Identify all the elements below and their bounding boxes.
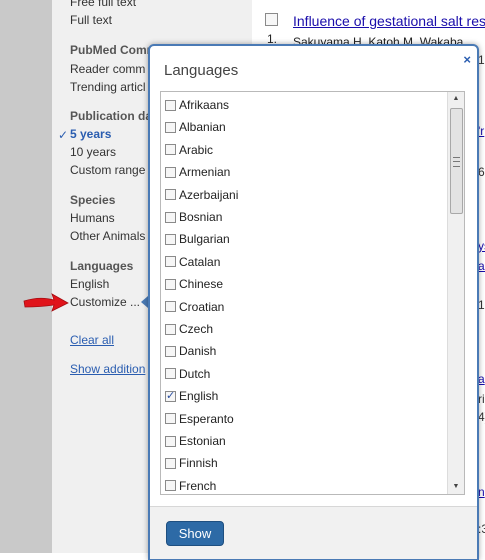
language-option[interactable]: Czech bbox=[165, 320, 213, 338]
language-checkbox[interactable] bbox=[165, 435, 176, 447]
result-text-fragment: n bbox=[478, 485, 485, 499]
result-text-fragment: 4) bbox=[478, 410, 485, 424]
result-text-fragment: 6( bbox=[478, 165, 485, 179]
language-option[interactable]: Chinese bbox=[165, 275, 223, 293]
result-text-fragment: as bbox=[478, 259, 485, 273]
language-option[interactable]: French bbox=[165, 477, 217, 494]
dialog-title: Languages bbox=[164, 62, 239, 79]
result-text-fragment: ri bbox=[478, 392, 485, 406]
filter-heading-species: Species bbox=[70, 193, 116, 207]
language-label: Dutch bbox=[179, 366, 211, 381]
language-checkbox[interactable] bbox=[165, 413, 176, 425]
scroll-down-arrow-icon[interactable]: ▼ bbox=[448, 480, 464, 494]
language-label: Finnish bbox=[179, 456, 218, 471]
language-checkbox[interactable] bbox=[165, 323, 176, 335]
language-checkbox[interactable] bbox=[165, 144, 176, 156]
dialog-footer: Show bbox=[150, 506, 477, 559]
language-option[interactable]: Albanian bbox=[165, 118, 226, 136]
language-checkbox[interactable] bbox=[165, 301, 176, 313]
language-label: Estonian bbox=[179, 434, 226, 448]
result-text-fragment: a bbox=[478, 372, 485, 386]
language-checkbox[interactable] bbox=[165, 256, 176, 268]
language-option[interactable]: Dutch bbox=[165, 365, 210, 383]
language-checkbox[interactable] bbox=[165, 233, 176, 245]
language-checkbox[interactable] bbox=[165, 99, 176, 111]
filter-other-animals[interactable]: Other Animals bbox=[70, 229, 145, 243]
language-checkbox[interactable] bbox=[165, 345, 176, 357]
language-checkbox[interactable] bbox=[165, 166, 176, 178]
language-option[interactable]: Estonian bbox=[165, 432, 226, 450]
filter-10-years[interactable]: 10 years bbox=[70, 145, 116, 159]
filter-heading-languages: Languages bbox=[70, 259, 134, 273]
show-button[interactable]: Show bbox=[166, 521, 224, 546]
language-label: English bbox=[179, 389, 219, 404]
filter-humans[interactable]: Humans bbox=[70, 211, 115, 225]
language-label: Danish bbox=[179, 344, 217, 359]
language-option[interactable]: Armenian bbox=[165, 163, 230, 181]
language-option[interactable]: Esperanto bbox=[165, 410, 234, 428]
scroll-thumb[interactable] bbox=[450, 108, 463, 214]
dialog-pointer bbox=[141, 296, 148, 308]
languages-dialog: Languages × Afrikaans Albanian Arabic Armen… bbox=[148, 44, 479, 560]
language-label: Catalan bbox=[179, 254, 221, 269]
language-option[interactable]: Bosnian bbox=[165, 208, 222, 226]
language-option[interactable]: Catalan bbox=[165, 253, 220, 271]
language-label: Czech bbox=[179, 322, 214, 336]
language-option[interactable]: Afrikaans bbox=[165, 96, 229, 114]
language-label: Albanian bbox=[179, 120, 226, 135]
filter-trending-articles[interactable]: Trending articl bbox=[70, 80, 146, 94]
language-label: Chinese bbox=[179, 277, 224, 292]
language-list-scrollbar[interactable]: ▲ ▼ bbox=[447, 92, 464, 494]
filter-customize-languages[interactable]: Customize ... bbox=[70, 295, 140, 309]
language-label: Esperanto bbox=[179, 411, 234, 426]
language-checkbox[interactable] bbox=[165, 121, 176, 133]
language-label: Bulgarian bbox=[179, 232, 230, 247]
page-gutter bbox=[0, 0, 52, 553]
close-icon[interactable]: × bbox=[463, 52, 471, 67]
result-title-link[interactable]: Influence of gestational salt res bbox=[293, 13, 485, 29]
language-option[interactable]: Arabic bbox=[165, 141, 213, 159]
language-label: Azerbaijani bbox=[179, 187, 239, 202]
language-label: Armenian bbox=[179, 165, 231, 180]
result-text-fragment: ys bbox=[478, 239, 485, 253]
language-checkbox[interactable] bbox=[165, 480, 176, 492]
result-text-fragment: 12 bbox=[478, 53, 485, 67]
language-label: French bbox=[179, 478, 217, 493]
language-checkbox[interactable] bbox=[165, 368, 176, 380]
filter-5-years[interactable]: 5 years bbox=[70, 127, 111, 141]
language-option[interactable]: Azerbaijani bbox=[165, 186, 238, 204]
language-label: Croatian bbox=[179, 299, 225, 314]
language-option[interactable]: Bulgarian bbox=[165, 230, 230, 248]
language-label: Bosnian bbox=[179, 210, 223, 224]
clear-all-link[interactable]: Clear all bbox=[70, 333, 114, 347]
language-checkbox[interactable] bbox=[165, 211, 176, 223]
language-checkbox[interactable] bbox=[165, 278, 176, 290]
show-additional-filters-link[interactable]: Show addition bbox=[70, 362, 145, 376]
language-checkbox[interactable] bbox=[165, 389, 176, 402]
language-option[interactable]: Danish bbox=[165, 342, 216, 360]
language-option[interactable]: English bbox=[165, 387, 218, 405]
language-checkbox[interactable] bbox=[165, 189, 176, 201]
language-option[interactable]: Croatian bbox=[165, 298, 224, 316]
language-label: Arabic bbox=[179, 142, 214, 157]
filter-free-full-text[interactable]: Free full text bbox=[70, 0, 136, 9]
language-list[interactable]: Afrikaans Albanian Arabic Armenian Azerbaija… bbox=[160, 91, 465, 495]
language-checkbox[interactable] bbox=[165, 457, 176, 469]
checkmark-icon: ✓ bbox=[58, 128, 69, 142]
red-arrow-icon bbox=[23, 293, 69, 312]
filter-full-text[interactable]: Full text bbox=[70, 13, 112, 27]
result-select-checkbox[interactable] bbox=[265, 13, 278, 26]
result-text-fragment: :3 bbox=[478, 522, 485, 536]
filter-heading-publication-date: Publication da bbox=[70, 109, 153, 123]
filter-custom-range[interactable]: Custom range bbox=[70, 163, 145, 177]
filter-heading-pubmed-commons: PubMed Comm bbox=[70, 43, 158, 57]
language-label: Afrikaans bbox=[179, 98, 230, 112]
result-text-fragment: 10 bbox=[478, 298, 485, 312]
scroll-up-arrow-icon[interactable]: ▲ bbox=[448, 92, 464, 106]
filter-english[interactable]: English bbox=[70, 277, 109, 291]
filter-reader-comments[interactable]: Reader comm bbox=[70, 62, 145, 76]
language-option[interactable]: Finnish bbox=[165, 454, 218, 472]
